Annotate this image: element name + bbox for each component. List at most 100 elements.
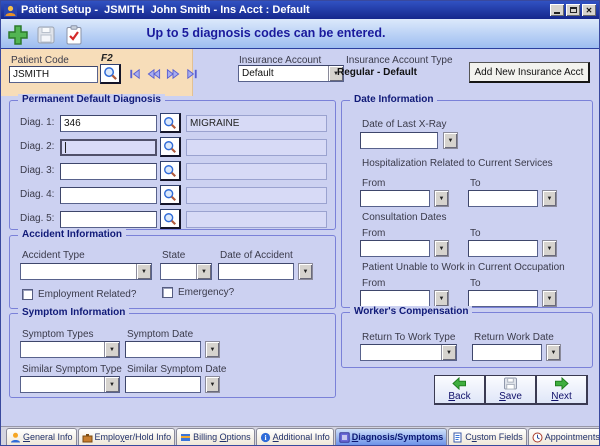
diag1-search-button[interactable] — [160, 113, 181, 133]
minimize-button[interactable] — [550, 4, 564, 16]
diag5-code-input[interactable] — [60, 211, 157, 228]
state-select[interactable]: ▼ — [160, 263, 212, 280]
diag3-search-button[interactable] — [160, 161, 181, 181]
tab-label: Diagnosis/Symptoms — [352, 432, 444, 442]
return-to-work-type-select[interactable]: ▼ — [360, 344, 457, 361]
diagnosis-group-title: Permanent Default Diagnosis — [18, 94, 165, 105]
tab-general-info[interactable]: General Info — [6, 428, 77, 445]
symptom-date-input[interactable] — [125, 341, 201, 358]
diag4-search-button[interactable] — [160, 185, 181, 205]
patient-search-button[interactable] — [100, 64, 121, 84]
briefcase-icon — [82, 432, 93, 443]
close-button[interactable]: ✕ — [582, 4, 596, 16]
hosp-to-label: To — [470, 178, 481, 189]
patient-code-input[interactable] — [9, 66, 98, 83]
green-arrow-left-icon — [451, 377, 468, 390]
tab-appointments[interactable]: Appointments — [528, 428, 599, 445]
patient-code-label: Patient Code — [11, 55, 69, 66]
tab-additional-info[interactable]: i Additional Info — [256, 428, 334, 445]
diag2-code-input[interactable] — [60, 139, 157, 156]
consult-from-label: From — [362, 228, 385, 239]
diag2-search-button[interactable] — [160, 137, 181, 157]
next-button[interactable]: Next — [536, 375, 588, 405]
last-record-button[interactable] — [185, 68, 199, 83]
hosp-from-calendar-button[interactable]: ▼ — [434, 190, 449, 207]
similar-symptom-type-select[interactable]: ▼ — [20, 376, 120, 393]
tab-label: Employer/Hold Info — [95, 432, 172, 442]
return-work-date-calendar-button[interactable]: ▼ — [546, 344, 561, 361]
diag3-code-input[interactable] — [60, 163, 157, 180]
consult-to-label: To — [470, 228, 481, 239]
return-work-date-label: Return Work Date — [474, 332, 554, 343]
consultation-label: Consultation Dates — [362, 212, 447, 223]
date-info-group: Date Information Date of Last X-Ray ▼ Ho… — [341, 100, 593, 308]
symptom-types-select[interactable]: ▼ — [20, 341, 120, 358]
diag5-description — [186, 211, 327, 228]
hosp-from-input[interactable] — [360, 190, 430, 207]
employment-related-checkbox[interactable] — [22, 289, 33, 300]
first-record-button[interactable] — [128, 68, 142, 83]
back-button[interactable]: Back — [434, 375, 486, 405]
clipboard-check-icon — [65, 25, 83, 45]
unable-to-input[interactable] — [468, 290, 538, 307]
maximize-button[interactable] — [566, 4, 580, 16]
date-of-accident-input[interactable] — [218, 263, 294, 280]
insurance-account-select[interactable]: Default ▼ — [238, 65, 344, 82]
previous-record-button[interactable] — [147, 68, 161, 83]
dropdown-arrow-icon[interactable]: ▼ — [441, 345, 456, 360]
tab-diagnosis-symptoms[interactable]: Diagnosis/Symptoms — [335, 428, 448, 445]
xray-calendar-button[interactable]: ▼ — [443, 132, 458, 149]
date-of-accident-calendar-button[interactable]: ▼ — [298, 263, 313, 280]
symptom-group: Symptom Information Symptom Types Sympto… — [9, 313, 336, 398]
dropdown-arrow-icon[interactable]: ▼ — [104, 377, 119, 392]
hosp-to-input[interactable] — [468, 190, 538, 207]
xray-date-input[interactable] — [360, 132, 438, 149]
title-bar: Patient Setup - JSMITH John Smith - Ins … — [1, 1, 599, 19]
dropdown-arrow-icon[interactable]: ▼ — [104, 342, 119, 357]
dropdown-arrow-icon[interactable]: ▼ — [136, 264, 151, 279]
insurance-account-type-label: Insurance Account Type — [346, 55, 453, 66]
diag5-search-button[interactable] — [160, 209, 181, 229]
record-navigation — [128, 68, 199, 83]
hosp-to-calendar-button[interactable]: ▼ — [542, 190, 557, 207]
symptom-date-calendar-button[interactable]: ▼ — [205, 341, 220, 358]
save-button[interactable]: Save — [485, 375, 537, 405]
unable-from-input[interactable] — [360, 290, 430, 307]
return-work-date-input[interactable] — [472, 344, 542, 361]
tab-custom-fields[interactable]: Custom Fields — [448, 428, 527, 445]
date-of-accident-label: Date of Accident — [220, 250, 293, 261]
consult-from-input[interactable] — [360, 240, 430, 257]
emergency-checkbox[interactable] — [162, 287, 173, 298]
consult-to-input[interactable] — [468, 240, 538, 257]
maximize-icon — [570, 7, 577, 13]
tab-billing-options[interactable]: Billing Options — [176, 428, 255, 445]
unable-to-calendar-button[interactable]: ▼ — [542, 290, 557, 307]
diag1-code-input[interactable] — [60, 115, 157, 132]
state-label: State — [162, 250, 185, 261]
xray-label: Date of Last X-Ray — [362, 119, 446, 130]
diag4-code-input[interactable] — [60, 187, 157, 204]
add-new-insurance-button[interactable]: Add New Insurance Acct — [469, 62, 590, 83]
similar-symptom-date-calendar-button[interactable]: ▼ — [205, 376, 220, 393]
floppy-disk-icon — [503, 377, 518, 390]
tab-employer-hold-info[interactable]: Employer/Hold Info — [78, 428, 176, 445]
next-label: Next — [551, 391, 572, 402]
accident-type-label: Accident Type — [22, 250, 85, 261]
diag4-label: Diag. 4: — [20, 189, 54, 200]
next-record-button[interactable] — [166, 68, 180, 83]
add-button[interactable] — [5, 22, 30, 47]
hosp-from-label: From — [362, 178, 385, 189]
unable-from-calendar-button[interactable]: ▼ — [434, 290, 449, 307]
main-area: Permanent Default Diagnosis Diag. 1: MIG… — [1, 96, 599, 428]
emergency-label: Emergency? — [178, 287, 234, 298]
consult-from-calendar-button[interactable]: ▼ — [434, 240, 449, 257]
save-toolbar-button[interactable] — [33, 22, 58, 47]
app-icon — [4, 4, 17, 17]
verify-button[interactable] — [61, 22, 86, 47]
accident-type-select[interactable]: ▼ — [20, 263, 152, 280]
green-arrow-right-icon — [553, 377, 570, 390]
similar-symptom-date-input[interactable] — [125, 376, 201, 393]
consult-to-calendar-button[interactable]: ▼ — [542, 240, 557, 257]
dropdown-arrow-icon[interactable]: ▼ — [196, 264, 211, 279]
diag2-label: Diag. 2: — [20, 141, 54, 152]
